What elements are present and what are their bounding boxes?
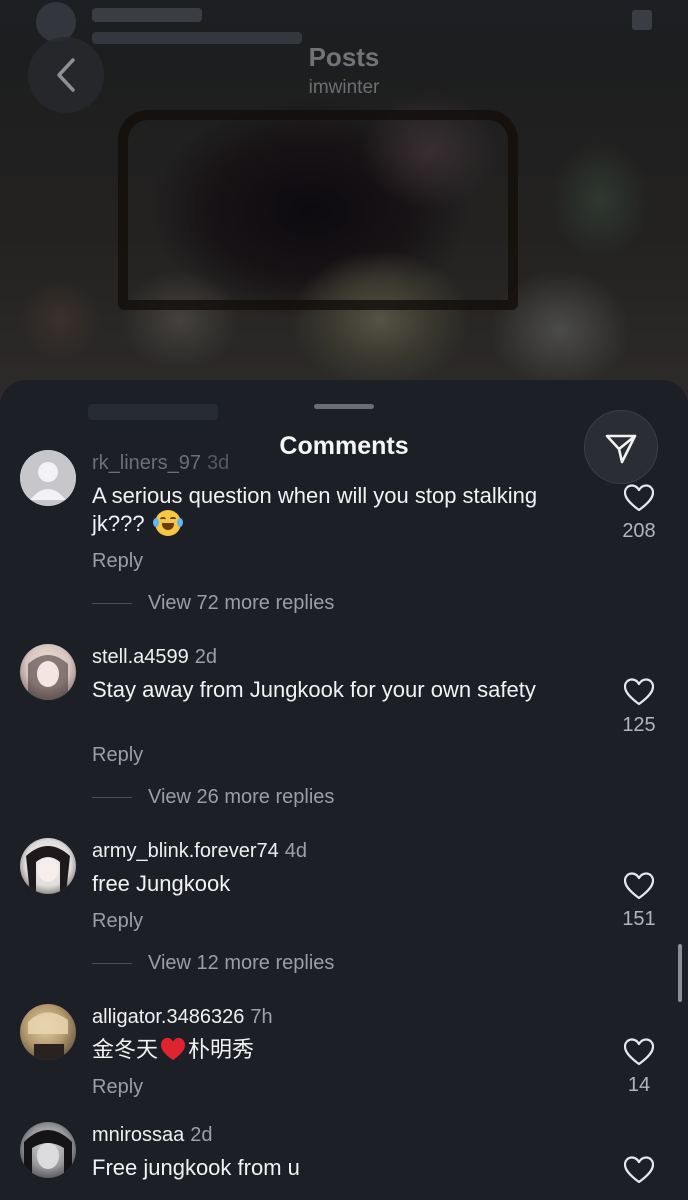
username-text[interactable]: stell.a4599 [92,646,189,668]
comment-time: 2d [190,1124,213,1146]
like-button[interactable] [614,1156,664,1184]
comment-text: Free jungkook from u [92,1155,300,1180]
comment-text: A serious question when will you stop st… [92,482,562,538]
like-button[interactable]: 125 [614,678,664,737]
reply-button[interactable]: Reply [92,910,143,933]
avatar[interactable] [20,838,76,894]
comment-time: 2d [194,646,217,668]
divider [92,602,132,605]
heart-icon [624,1156,654,1184]
view-more-replies-label[interactable]: View 72 more replies [148,592,334,615]
view-more-replies[interactable]: View 72 more replies [92,592,334,615]
view-more-replies[interactable]: View 26 more replies [92,786,334,809]
scrollbar[interactable] [678,944,682,1002]
heart-icon [624,1038,654,1066]
page-title: Posts [308,42,380,72]
user-photo-icon [28,655,68,700]
like-count: 151 [622,908,656,930]
blurred-username [92,8,202,22]
comment-text: Stay away from Jungkook for your own saf… [92,677,536,702]
comment-username[interactable]: mnirossaa 2d [92,1124,213,1147]
username-text[interactable]: rk_liners_97 [92,452,201,474]
username-text[interactable]: alligator.3486326 [92,1006,244,1028]
like-button[interactable]: 208 [614,484,664,543]
divider [92,796,132,799]
username-text[interactable]: mnirossaa [92,1124,184,1146]
comment-text-part: 金冬天 [92,1037,159,1062]
default-avatar-icon [20,450,76,506]
page-subtitle-username[interactable]: imwinter [0,77,688,99]
user-photo-icon [28,1012,68,1060]
user-photo-icon [24,1130,72,1178]
comment-username[interactable]: alligator.3486326 7h [92,1006,273,1029]
rolling-laughing-emoji-icon [152,510,183,536]
like-button[interactable]: 151 [614,872,664,931]
sheet-grabber[interactable] [314,404,374,409]
view-more-replies-label[interactable]: View 12 more replies [148,952,334,975]
reply-button[interactable]: Reply [92,744,143,767]
view-more-replies[interactable]: View 12 more replies [92,952,334,975]
heart-icon [624,872,654,900]
heart-icon [624,484,654,512]
comment-time: 4d [284,840,307,862]
share-button[interactable] [584,410,658,484]
avatar[interactable] [20,1004,76,1060]
user-photo-icon [26,846,70,894]
like-count: 125 [622,714,656,736]
blurred-avatar [36,2,76,42]
comment-time: 7h [250,1006,273,1028]
blurred-corner-icon [632,10,652,30]
view-more-replies-label[interactable]: View 26 more replies [148,786,334,809]
send-icon [605,434,637,464]
avatar[interactable] [20,450,76,506]
divider [92,962,132,965]
avatar[interactable] [20,644,76,700]
red-heart-icon [161,1037,186,1061]
like-count: 14 [627,1074,651,1096]
comments-sheet: Comments rk_liners_97 3d A serious questi… [0,380,688,1200]
heart-icon [624,678,654,706]
like-button[interactable]: 14 [614,1038,664,1097]
avatar[interactable] [20,1122,76,1178]
reply-button[interactable]: Reply [92,550,143,573]
comment-username[interactable]: rk_liners_97 3d [92,452,229,475]
comment-text-part: 朴明秀 [188,1037,255,1062]
comment-username[interactable]: stell.a4599 2d [92,646,217,669]
comment-username[interactable]: army_blink.forever74 4d [92,840,307,863]
like-count: 208 [622,520,656,542]
comment-time: 3d [206,452,230,474]
username-text[interactable]: army_blink.forever74 [92,840,279,862]
reply-button[interactable]: Reply [92,1076,143,1099]
comment-text: 金冬天 朴明秀 [92,1036,562,1064]
blurred-row [88,404,218,420]
comment-text: free Jungkook [92,871,231,896]
